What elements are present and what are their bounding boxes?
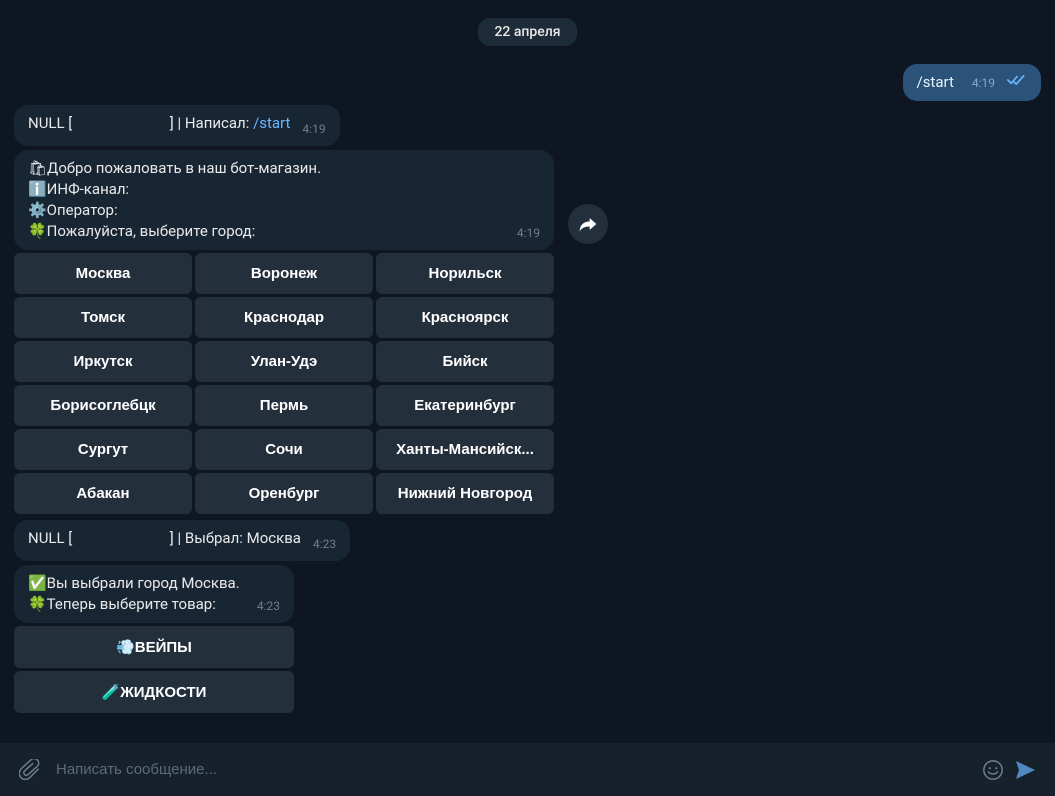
welcome-bubble[interactable]: 🛍Добро пожаловать в наш бот-магазин. ℹ️И… (14, 150, 554, 250)
incoming-message-row: NULL [ ] | Написал: /start 4:19 (14, 105, 1041, 146)
outgoing-time: 4:19 (972, 75, 995, 92)
city-button[interactable]: Томск (14, 297, 192, 338)
msg3-mid: ] | Выбрал: Москва (170, 529, 301, 547)
product-button[interactable]: 🧪ЖИДКОСТИ (14, 671, 294, 713)
forward-icon (578, 214, 598, 234)
city-button[interactable]: Абакан (14, 473, 192, 514)
msg1-prefix: NULL [ (28, 114, 72, 132)
selection-bubble[interactable]: NULL [ ] | Выбрал: Москва 4:23 (14, 520, 350, 561)
city-button[interactable]: Иркутск (14, 341, 192, 382)
city-button[interactable]: Красноярск (376, 297, 554, 338)
bot-message-group: ✅Вы выбрали город Москва. 🍀Теперь выбери… (14, 565, 1041, 713)
city-button[interactable]: Борисоглебцк (14, 385, 192, 426)
paperclip-icon (19, 759, 41, 781)
msg1-mid: ] | Написал: (170, 114, 253, 132)
welcome-line3: ⚙️Оператор: (28, 200, 540, 221)
city-button[interactable]: Оренбург (195, 473, 373, 514)
msg1-time: 4:19 (302, 121, 325, 138)
forward-button[interactable] (568, 204, 608, 244)
message-input[interactable] (46, 761, 977, 778)
outgoing-message-row: /start 4:19 (14, 64, 1041, 101)
city-button[interactable]: Бийск (376, 341, 554, 382)
outgoing-text: /start (917, 72, 954, 93)
city-button[interactable]: Воронеж (195, 253, 373, 294)
msg3-time: 4:23 (313, 536, 336, 553)
city-keyboard: МоскваВоронежНорильск ТомскКраснодарКрасн… (14, 253, 554, 514)
city-button[interactable]: Краснодар (195, 297, 373, 338)
outgoing-bubble[interactable]: /start 4:19 (903, 64, 1042, 101)
welcome-time: 4:19 (517, 225, 540, 242)
welcome-line4: 🍀Пожалуйста, выберите город: (28, 221, 255, 242)
message-input-bar (0, 742, 1055, 796)
city-button[interactable]: Улан-Удэ (195, 341, 373, 382)
emoji-button[interactable] (977, 754, 1009, 786)
incoming-bubble[interactable]: NULL [ ] | Написал: /start 4:19 (14, 105, 340, 146)
send-icon (1013, 758, 1037, 782)
chat-scroll-area[interactable]: 22 апреля /start 4:19 NULL [ ] | Написал… (0, 0, 1055, 742)
send-button[interactable] (1009, 754, 1041, 786)
city-button[interactable]: Нижний Новгород (376, 473, 554, 514)
product-keyboard: 💨ВЕЙПЫ🧪ЖИДКОСТИ (14, 626, 294, 713)
attach-button[interactable] (14, 754, 46, 786)
date-separator: 22 апреля (14, 18, 1041, 46)
date-label: 22 апреля (478, 18, 576, 46)
city-button[interactable]: Пермь (195, 385, 373, 426)
bot-message-group: 🛍Добро пожаловать в наш бот-магазин. ℹ️И… (14, 150, 1041, 514)
city-button[interactable]: Норильск (376, 253, 554, 294)
city-button[interactable]: Екатеринбург (376, 385, 554, 426)
product-prompt-bubble[interactable]: ✅Вы выбрали город Москва. 🍀Теперь выбери… (14, 565, 294, 623)
city-button[interactable]: Москва (14, 253, 192, 294)
command-link[interactable]: /start (253, 114, 290, 132)
msg3-prefix: NULL [ (28, 529, 72, 547)
city-button[interactable]: Сургут (14, 429, 192, 470)
smile-icon (982, 759, 1004, 781)
incoming-message-row: NULL [ ] | Выбрал: Москва 4:23 (14, 520, 1041, 561)
product-line1: ✅Вы выбрали город Москва. (28, 573, 280, 594)
product-button[interactable]: 💨ВЕЙПЫ (14, 626, 294, 668)
city-button[interactable]: Сочи (195, 429, 373, 470)
product-line2: 🍀Теперь выберите товар: (28, 594, 216, 615)
welcome-line2: ℹ️ИНФ-канал: (28, 179, 540, 200)
product-time: 4:23 (257, 598, 280, 615)
read-checks-icon (1007, 73, 1027, 87)
city-button[interactable]: Ханты-Мансийск... (376, 429, 554, 470)
welcome-line1: 🛍Добро пожаловать в наш бот-магазин. (28, 158, 540, 179)
